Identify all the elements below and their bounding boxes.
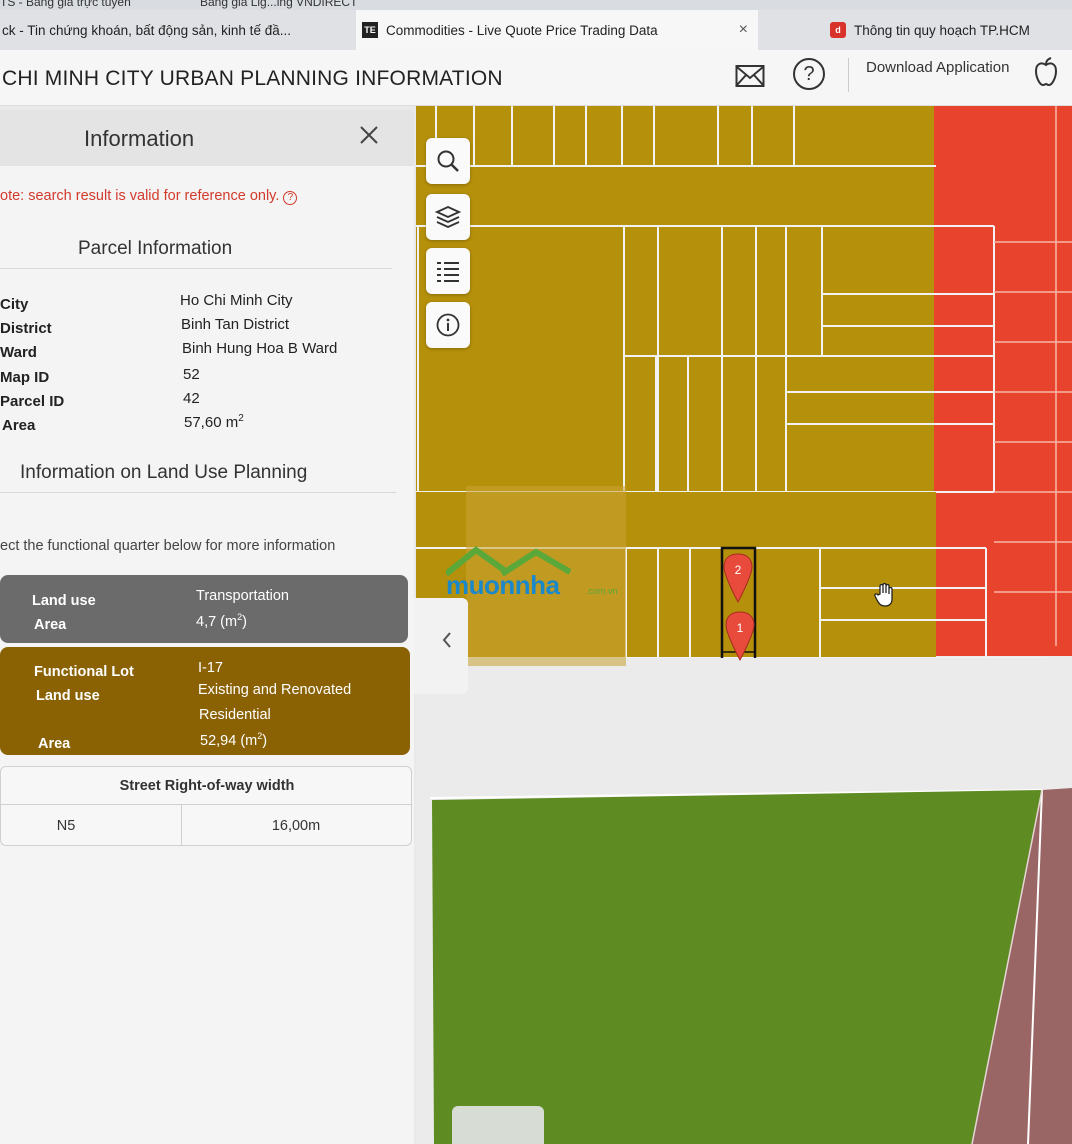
search-icon bbox=[437, 150, 459, 172]
planning-section-title: Information on Land Use Planning bbox=[20, 462, 308, 483]
functional-quarter-hint: ect the functional quarter below for mor… bbox=[0, 538, 336, 554]
residential-block-top bbox=[416, 106, 946, 496]
land-use-value-line2: Residential bbox=[199, 707, 271, 723]
layers-icon bbox=[435, 206, 461, 228]
tabstrip-top: TS - Bảng giá trực tuyến Bảng giá Lig...… bbox=[0, 0, 1072, 10]
area-value: 4,7 (m2) bbox=[196, 612, 247, 630]
land-use-label: Land use bbox=[32, 593, 96, 609]
area-number: 4,7 (m bbox=[196, 613, 238, 630]
mail-icon[interactable] bbox=[734, 60, 766, 92]
download-application-link[interactable]: Download Application bbox=[866, 59, 1009, 76]
map-canvas: 2 1 bbox=[416, 106, 1072, 1144]
browser-tabbar: ck - Tin chứng khoán, bất động sản, kinh… bbox=[0, 10, 1072, 50]
ward-value: Binh Hung Hoa B Ward bbox=[182, 340, 338, 357]
app-header: CHI MINH CITY URBAN PLANNING INFORMATION… bbox=[0, 50, 1072, 106]
planning-favicon-icon: d bbox=[830, 22, 846, 38]
te-favicon-icon: TE bbox=[362, 22, 378, 38]
area-label: Area bbox=[38, 736, 71, 752]
parcel-section-title: Parcel Information bbox=[78, 238, 233, 259]
browser-tab-news[interactable]: ck - Tin chứng khoán, bất động sản, kinh… bbox=[0, 10, 312, 50]
page-title: CHI MINH CITY URBAN PLANNING INFORMATION bbox=[2, 67, 503, 90]
question-icon[interactable]: ? bbox=[283, 191, 298, 205]
tab-label: Thông tin quy hoạch TP.HCM bbox=[854, 22, 1030, 38]
panel-collapse-handle[interactable] bbox=[414, 598, 468, 694]
map-id-value: 52 bbox=[183, 366, 200, 383]
city-label: City bbox=[0, 296, 29, 313]
legend-list-button[interactable] bbox=[426, 248, 470, 294]
map-id-label: Map ID bbox=[0, 369, 50, 386]
search-button[interactable] bbox=[426, 138, 470, 184]
area-sup: 2 bbox=[238, 413, 244, 424]
area-number: 57,60 m bbox=[184, 414, 239, 431]
area-value: 52,94 (m2) bbox=[200, 731, 267, 749]
land-use-value: Transportation bbox=[196, 588, 289, 604]
city-value: Ho Chi Minh City bbox=[180, 292, 293, 309]
parcel-id-label: Parcel ID bbox=[0, 393, 65, 410]
district-label: District bbox=[0, 320, 52, 337]
divider bbox=[0, 492, 396, 493]
street-width-cell: 16,00m bbox=[271, 818, 321, 834]
tab-label: ck - Tin chứng khoán, bất động sản, kinh… bbox=[2, 22, 291, 38]
area-paren: ) bbox=[242, 613, 247, 630]
close-tab-icon[interactable]: × bbox=[729, 21, 758, 39]
browser-tab-commodities[interactable]: TE Commodities - Live Quote Price Tradin… bbox=[356, 10, 758, 50]
road-area bbox=[416, 658, 1072, 794]
list-icon bbox=[437, 262, 459, 282]
area-number: 52,94 (m bbox=[200, 732, 258, 749]
transportation-card[interactable]: Land use Transportation Area 4,7 (m2) bbox=[0, 575, 408, 643]
land-use-value-line1: Existing and Renovated bbox=[198, 682, 352, 698]
planning-map[interactable]: 2 1 bbox=[416, 106, 1072, 1144]
panel-title: Information bbox=[84, 126, 195, 151]
street-width-table: Street Right-of-way width N5 16,00m bbox=[0, 766, 412, 846]
tab-label: Commodities - Live Quote Price Trading D… bbox=[386, 22, 658, 38]
watermark-text: muonnha bbox=[446, 570, 560, 600]
park-green-zone bbox=[432, 790, 1042, 1144]
street-name-cell: N5 bbox=[56, 818, 76, 834]
browser-tab-planning[interactable]: d Thông tin quy hoạch TP.HCM bbox=[826, 10, 1072, 50]
parcel-id-value: 42 bbox=[183, 390, 200, 407]
reference-note: ote: search result is valid for referenc… bbox=[0, 188, 298, 205]
information-panel: Information ote: search result is valid … bbox=[0, 110, 414, 1144]
layers-button[interactable] bbox=[426, 194, 470, 240]
area-label: Area bbox=[34, 617, 67, 633]
panel-header: Information bbox=[0, 110, 414, 166]
functional-lot-label: Functional Lot bbox=[34, 664, 134, 680]
note-text: ote: search result is valid for referenc… bbox=[0, 188, 280, 204]
residential-card[interactable]: Functional Lot I-17 Land use Existing an… bbox=[0, 647, 410, 755]
top-tab-2[interactable]: Bảng giá Lig...ing VNDIRECT bbox=[200, 0, 357, 9]
watermark-sub: .com.vn bbox=[586, 586, 618, 596]
street-table-header: Street Right-of-way width bbox=[1, 767, 411, 805]
marker-2-label: 2 bbox=[735, 563, 742, 577]
divider bbox=[0, 268, 392, 269]
map-toolbar bbox=[420, 134, 472, 354]
info-button[interactable] bbox=[426, 302, 470, 348]
marker-1-label: 1 bbox=[737, 621, 744, 635]
minimap-thumbnail[interactable] bbox=[452, 1106, 544, 1144]
top-tab-1[interactable]: TS - Bảng giá trực tuyến bbox=[0, 0, 131, 9]
watermark-logo: muonnha .com.vn bbox=[446, 546, 626, 606]
land-use-label: Land use bbox=[36, 688, 100, 704]
help-icon[interactable]: ? bbox=[793, 58, 825, 90]
commercial-red-zone bbox=[934, 106, 1072, 656]
info-icon bbox=[436, 313, 460, 337]
area-label: Area bbox=[2, 417, 36, 434]
functional-lot-value: I-17 bbox=[198, 660, 223, 676]
district-value: Binh Tan District bbox=[181, 316, 290, 333]
hand-cursor-icon bbox=[874, 582, 896, 608]
chevron-left-icon bbox=[442, 632, 451, 648]
header-divider bbox=[848, 58, 849, 92]
apple-icon[interactable] bbox=[1030, 54, 1062, 90]
area-value: 57,60 m2 bbox=[184, 413, 244, 431]
ward-label: Ward bbox=[0, 344, 37, 361]
close-icon[interactable] bbox=[356, 122, 382, 148]
area-paren: ) bbox=[262, 732, 268, 749]
